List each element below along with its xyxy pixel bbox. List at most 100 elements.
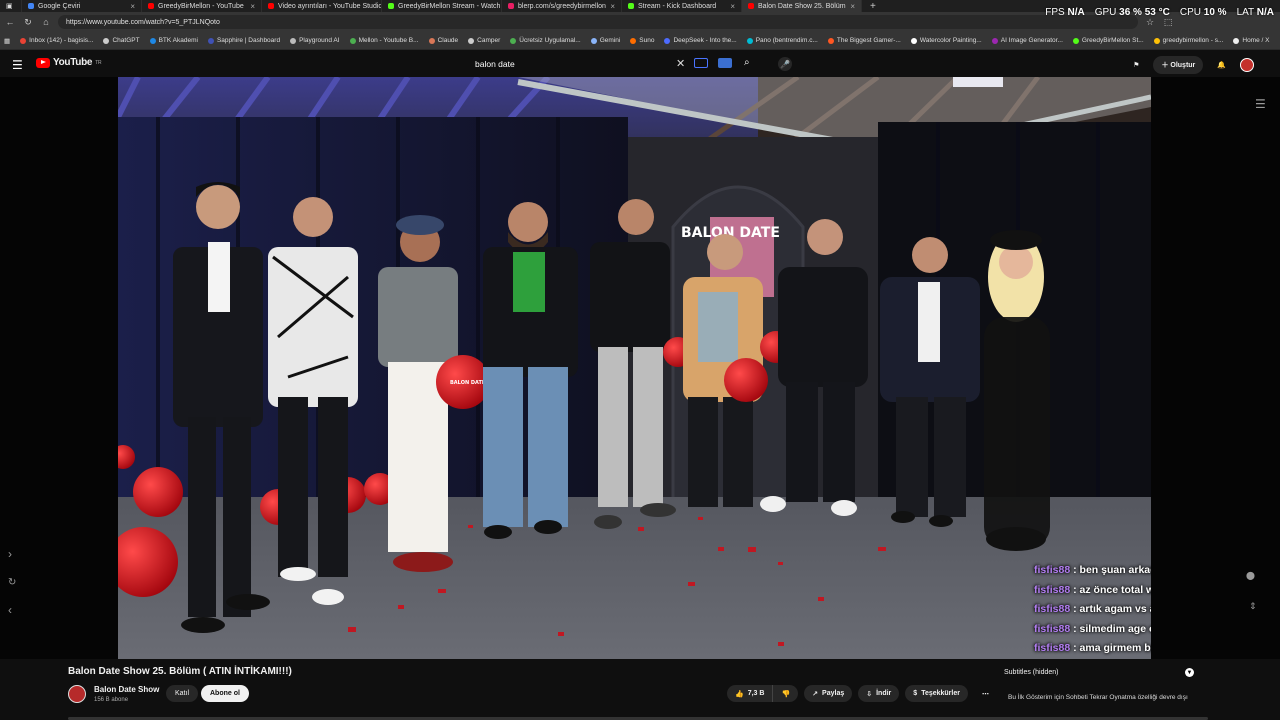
translate-extension-icon[interactable] — [718, 58, 732, 68]
prev-arrow-icon[interactable]: ‹ — [8, 603, 12, 617]
browser-tab[interactable]: Google Çeviri × — [22, 0, 142, 12]
bookmark-item[interactable]: Playground AI — [290, 37, 340, 44]
close-tab-icon[interactable]: × — [250, 2, 255, 11]
new-tab-button[interactable]: + — [862, 1, 884, 12]
chat-text: silmedim age of — [1079, 622, 1151, 635]
chat-text: az önce total war için kardeşlikten oynu… — [1079, 583, 1151, 596]
account-avatar[interactable] — [1240, 58, 1254, 72]
bookmark-item[interactable]: GreedyBirMellon St... — [1072, 37, 1144, 44]
search-icon[interactable]: ⌕ — [744, 57, 750, 68]
expand-icon[interactable]: ⇕ — [1249, 601, 1257, 612]
dislike-button[interactable]: 👎 — [773, 685, 799, 702]
apps-icon[interactable]: ▦ — [4, 37, 10, 45]
browser-tab[interactable]: Stream - Kick Dashboard × — [622, 0, 742, 12]
channel-avatar[interactable] — [68, 685, 86, 703]
bookmark-item[interactable]: Camper — [468, 37, 500, 44]
search-box: balon date ✕ ⌕ — [466, 54, 766, 74]
chat-message: fisfis88 : ben şuan arkadan total war wa… — [1034, 561, 1151, 581]
hamburger-menu-icon[interactable]: ☰ — [12, 58, 23, 72]
bookmark-item[interactable]: ChatGPT — [103, 37, 140, 44]
subscribe-button[interactable]: Abone ol — [201, 685, 249, 702]
bookmark-item[interactable]: Ücretsiz Uygulamal... — [510, 37, 581, 44]
home-icon[interactable]: ⌂ — [40, 17, 52, 27]
bookmark-item[interactable]: Inbox (142) - bagisis... — [20, 37, 93, 44]
voice-search-icon[interactable]: 🎤 — [778, 57, 792, 71]
more-actions-button[interactable]: ⋯ — [974, 685, 997, 702]
close-tab-icon[interactable]: × — [730, 2, 735, 11]
bookmark-item[interactable]: DeepSeek - Into the... — [664, 37, 737, 44]
create-button[interactable]: ＋ Oluştur — [1153, 56, 1204, 74]
browser-menu[interactable]: ▣ — [0, 0, 22, 12]
chat-text: ben şuan arkadan total war warhammer 3 k… — [1079, 564, 1151, 576]
keyboard-icon[interactable] — [694, 58, 708, 68]
chat-username[interactable]: fisfis88 — [1034, 603, 1070, 615]
chat-username[interactable]: fisfis88 — [1034, 642, 1070, 654]
clear-search-icon[interactable]: ✕ — [676, 57, 685, 70]
replay-disabled-notice: Bu İlk Gösterim için Sohbeti Tekrar Oyna… — [1008, 694, 1188, 701]
bookmark-item[interactable]: BTK Akademi — [149, 37, 198, 44]
browser-tab[interactable]: Balon Date Show 25. Bölüm × — [742, 0, 862, 12]
tab-favicon-icon — [148, 3, 154, 9]
bookmark-label: GreedyBirMellon St... — [1081, 37, 1144, 44]
browser-tab[interactable]: GreedyBirMellon - YouTube × — [142, 0, 262, 12]
bookmark-item[interactable]: Watercolor Painting... — [910, 37, 982, 44]
toggle-icon[interactable]: ⬤ — [1246, 571, 1255, 580]
bookmark-favicon-icon — [290, 37, 297, 44]
close-tab-icon[interactable]: × — [850, 2, 855, 11]
extensions-icon[interactable]: ⬚ — [1162, 17, 1174, 28]
thanks-button[interactable]: $ Teşekkürler — [905, 685, 968, 702]
chevron-down-icon[interactable]: ▼ — [1185, 668, 1194, 677]
bookmark-favicon-icon — [910, 37, 917, 44]
chat-username[interactable]: fisfis88 — [1034, 623, 1070, 635]
browser-tab[interactable]: blerp.com/s/greedybirmellon × — [502, 0, 622, 12]
person-4 — [483, 202, 578, 539]
bookmark-item[interactable]: Gemini — [590, 37, 620, 44]
video-player[interactable]: BALON DATE BALON DATE fisfis88: ben şua… — [118, 77, 1151, 659]
youtube-play-icon — [36, 57, 50, 68]
bookmark-item[interactable]: greedybirmellon - s... — [1153, 37, 1223, 44]
close-tab-icon[interactable]: × — [610, 2, 615, 11]
chat-text: artık agam vs atçam — [1079, 603, 1151, 615]
join-button[interactable]: Katıl — [166, 685, 199, 702]
bookmark-item[interactable]: Mellon - Youtube B... — [349, 37, 419, 44]
bookmark-favicon-icon — [103, 37, 110, 44]
tab-label: Google Çeviri — [38, 2, 81, 10]
url-field[interactable]: https://www.youtube.com/watch?v=5_PTJLNQ… — [58, 15, 1138, 29]
browser-tab[interactable]: Video ayrıntıları - YouTube Studio× — [262, 0, 382, 12]
bookmark-item[interactable]: Home / X — [1233, 37, 1269, 44]
chat-menu-icon[interactable]: ☰ — [1255, 97, 1266, 111]
bookmark-item[interactable]: Claude — [428, 37, 458, 44]
bookmark-label: AI Image Generator... — [1000, 37, 1063, 44]
bookmark-item[interactable]: Pano (bentrendim.c... — [746, 37, 818, 44]
notifications-icon[interactable]: 🔔 — [1217, 61, 1226, 69]
youtube-logo[interactable]: YouTube TR — [36, 57, 102, 68]
bookmark-label: Mellon - Youtube B... — [358, 37, 419, 44]
star-icon[interactable]: ☆ — [1144, 17, 1156, 28]
bookmark-favicon-icon — [630, 37, 637, 44]
back-icon[interactable]: ← — [4, 17, 16, 27]
video-stage: ☰ › ↻ ‹ ⬤ ⇕ BALON DATE BALON DATE fisfis… — [0, 77, 1280, 659]
bookmark-item[interactable]: AI Image Generator... — [991, 37, 1063, 44]
bookmark-item[interactable]: Sapphire | Dashboard — [207, 37, 280, 44]
chat-username[interactable]: fisfis88 — [1034, 564, 1070, 576]
bookmark-item[interactable]: Suno — [630, 37, 654, 44]
tab-label: Stream - Kick Dashboard — [638, 2, 717, 10]
download-button[interactable]: ⇩ İndir — [858, 685, 900, 702]
like-button[interactable]: 👍 7,3 B — [727, 685, 774, 702]
browser-tab[interactable]: GreedyBirMellon Stream - Watch× — [382, 0, 502, 12]
cast-icon[interactable]: ⚑ — [1133, 61, 1139, 69]
bookmark-item[interactable]: The Biggest Gamer-... — [827, 37, 901, 44]
bookmark-label: Pano (bentrendim.c... — [755, 37, 818, 44]
refresh-icon[interactable]: ↻ — [8, 577, 16, 588]
bookmark-label: DeepSeek - Into the... — [673, 37, 737, 44]
search-input[interactable]: balon date — [466, 54, 696, 74]
share-button[interactable]: ↗ Paylaş — [804, 685, 853, 702]
channel-name[interactable]: Balon Date Show — [94, 685, 159, 694]
close-tab-icon[interactable]: × — [130, 2, 135, 11]
person-9 — [984, 230, 1050, 551]
bookmark-favicon-icon — [590, 37, 597, 44]
reload-icon[interactable]: ↻ — [22, 17, 34, 28]
bookmarks-bar: ▦ Inbox (142) - bagisis... ChatGPT BTK Aka… — [0, 32, 1280, 50]
next-arrow-icon[interactable]: › — [8, 547, 12, 561]
chat-username[interactable]: fisfis88 — [1034, 584, 1070, 596]
